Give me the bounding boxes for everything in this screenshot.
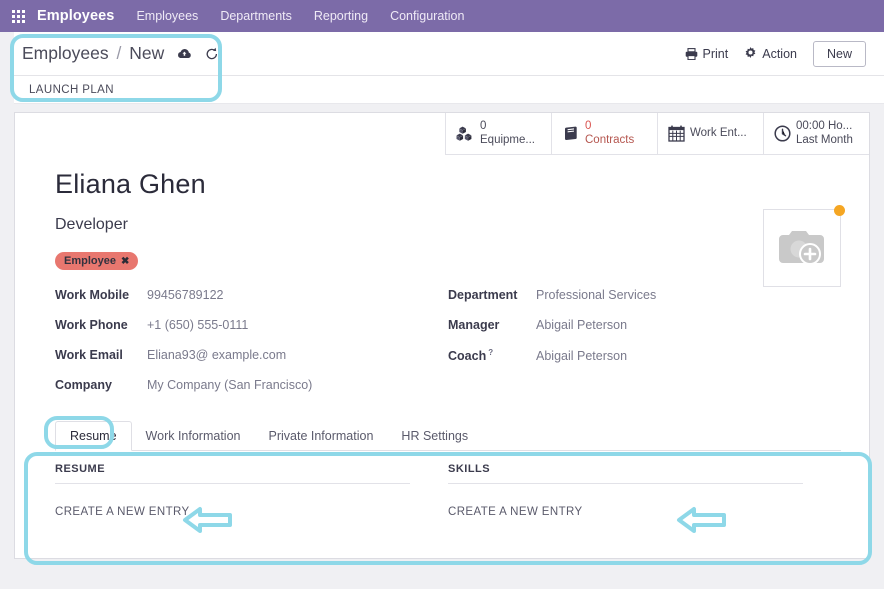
app-brand[interactable]: Employees [37, 8, 114, 24]
employee-form-sheet: 0 Equipme... 0 Contracts Work Ent... 00:… [14, 112, 870, 559]
field-label: Company [55, 378, 112, 392]
field-work-phone: Work Phone +1 (650) 555-0111 [55, 318, 448, 332]
stat-equipment-text: 0 Equipme... [480, 120, 535, 146]
stat-button-equipment[interactable]: 0 Equipme... [445, 113, 551, 155]
field-value[interactable]: 99456789122 [147, 288, 223, 302]
stat-work-entries-text: Work Ent... [690, 127, 747, 140]
action-button[interactable]: Action [744, 47, 797, 61]
printer-icon [685, 47, 697, 60]
close-icon[interactable]: ✖ [121, 256, 129, 267]
field-value[interactable]: Abigail Peterson [536, 318, 627, 332]
field-value[interactable]: Professional Services [536, 288, 656, 302]
field-label: Manager [448, 318, 500, 332]
field-value[interactable]: My Company (San Francisco) [147, 378, 312, 392]
control-panel: Employees / New Print Action New [14, 32, 884, 76]
employee-job-title[interactable]: Developer [55, 216, 841, 234]
action-label: Action [762, 46, 797, 61]
employee-tag[interactable]: Employee ✖ [55, 252, 139, 270]
navitem-employees[interactable]: Employees [136, 9, 198, 23]
breadcrumb-separator: / [116, 43, 122, 63]
field-label: Work Email [55, 348, 123, 362]
stat-equipment-count: 0 [480, 120, 487, 133]
stat-button-hours-last-month[interactable]: 00:00 Ho... Last Month [763, 113, 869, 155]
new-button[interactable]: New [812, 40, 866, 67]
field-work-mobile: Work Mobile 99456789122 [55, 288, 448, 302]
book-icon [562, 126, 580, 142]
gear-icon [745, 47, 756, 58]
create-new-skill-entry-link[interactable]: CREATE A NEW ENTRY [448, 506, 583, 518]
stat-hours-count: 00:00 Ho... [796, 120, 853, 133]
stat-hours-text: 00:00 Ho... Last Month [796, 120, 853, 146]
clock-icon [774, 125, 791, 142]
field-company: Company My Company (San Francisco) [55, 378, 448, 392]
field-label: Department [448, 288, 518, 302]
apps-grid-icon[interactable] [12, 9, 25, 23]
field-work-email: Work Email Eliana93@ example.com [55, 348, 448, 362]
help-icon[interactable]: ? [488, 348, 493, 357]
field-label: Work Phone [55, 318, 128, 332]
field-column-left: Work Mobile 99456789122 Work Phone +1 (6… [55, 288, 448, 408]
avatar-upload[interactable] [763, 205, 845, 287]
field-value[interactable]: Eliana93@ example.com [147, 348, 286, 362]
top-navbar: Employees Employees Departments Reportin… [0, 0, 884, 32]
tab-private-information[interactable]: Private Information [255, 422, 388, 450]
navitem-reporting[interactable]: Reporting [314, 9, 368, 23]
employee-name[interactable]: Eliana Ghen [55, 169, 841, 200]
stat-buttons: 0 Equipme... 0 Contracts Work Ent... 00:… [445, 113, 869, 155]
stat-button-work-entries[interactable]: Work Ent... [657, 113, 763, 155]
navitem-departments[interactable]: Departments [220, 9, 292, 23]
control-panel-actions: Print Action New [685, 40, 884, 67]
stat-contracts-count: 0 [585, 120, 592, 133]
employee-tag-label: Employee [64, 255, 116, 267]
panel-resume: RESUME CREATE A NEW ENTRY [55, 463, 448, 520]
breadcrumb-root[interactable]: Employees [22, 43, 109, 63]
field-column-right: Department Professional Services Manager… [448, 288, 841, 408]
status-badge [834, 205, 845, 216]
form-tabs: Resume Work Information Private Informat… [55, 421, 841, 451]
camera-add-icon [779, 231, 824, 265]
field-manager: Manager Abigail Peterson [448, 318, 841, 332]
stat-equipment-label: Equipme... [480, 133, 535, 146]
field-coach: Coach? Abigail Peterson [448, 348, 841, 363]
tab-hr-settings[interactable]: HR Settings [387, 422, 482, 450]
app-root: Employees Employees Departments Reportin… [0, 0, 884, 589]
field-value[interactable]: +1 (650) 555-0111 [147, 318, 248, 332]
field-value[interactable]: Abigail Peterson [536, 349, 627, 363]
launch-plan-button[interactable]: LAUNCH PLAN [14, 84, 114, 96]
breadcrumb: Employees / New [14, 43, 219, 64]
stat-button-contracts[interactable]: 0 Contracts [551, 113, 657, 155]
field-department: Department Professional Services [448, 288, 841, 302]
create-new-resume-entry-link[interactable]: CREATE A NEW ENTRY [55, 506, 190, 518]
stat-hours-label: Last Month [796, 133, 853, 146]
stat-contracts-label: Contracts [585, 133, 635, 146]
field-columns: Work Mobile 99456789122 Work Phone +1 (6… [55, 288, 841, 408]
stat-contracts-text: 0 Contracts [585, 120, 634, 146]
print-label: Print [702, 46, 729, 61]
stat-work-entries-label: Work Ent... [690, 126, 747, 139]
cloud-upload-icon[interactable] [177, 48, 192, 60]
rotate-left-icon[interactable] [205, 47, 219, 61]
tab-work-information[interactable]: Work Information [132, 422, 255, 450]
breadcrumb-current: New [129, 43, 165, 63]
calendar-icon [668, 125, 685, 142]
navitem-configuration[interactable]: Configuration [390, 9, 464, 23]
field-label: Coach? [448, 348, 494, 364]
cubes-icon [456, 126, 475, 142]
print-button[interactable]: Print [685, 46, 729, 61]
field-label: Work Mobile [55, 288, 130, 302]
panel-title: RESUME [55, 463, 410, 484]
breadcrumb-text: Employees / New [22, 43, 164, 64]
panel-skills: SKILLS CREATE A NEW ENTRY [448, 463, 841, 520]
launch-plan-bar: LAUNCH PLAN [14, 76, 884, 104]
tab-resume[interactable]: Resume [55, 421, 132, 451]
panel-title: SKILLS [448, 463, 803, 484]
resume-tab-content: RESUME CREATE A NEW ENTRY SKILLS CREATE … [55, 463, 841, 520]
